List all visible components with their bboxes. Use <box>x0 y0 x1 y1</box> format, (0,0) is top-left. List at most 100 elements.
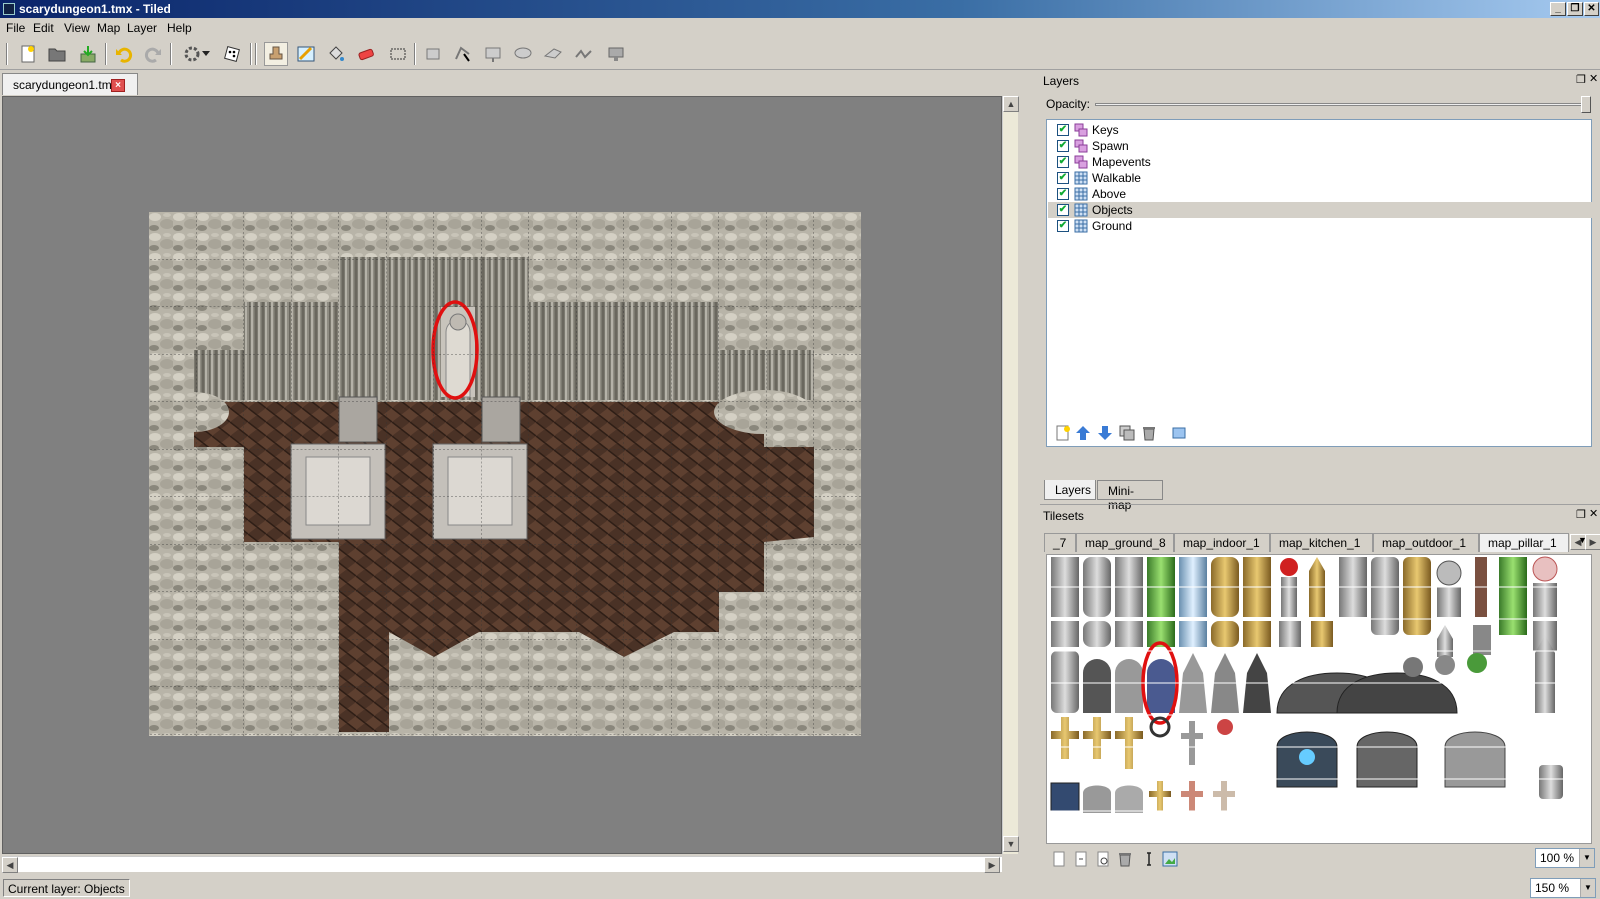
menu-map[interactable]: Map <box>97 21 120 35</box>
menu-help[interactable]: Help <box>167 21 192 35</box>
map-zoom-select[interactable]: 150 % ▼ <box>1530 878 1596 898</box>
select-objects-icon[interactable] <box>421 42 445 66</box>
scroll-up-icon[interactable]: ▲ <box>1003 96 1019 112</box>
layer-visibility-checkbox[interactable]: ✔ <box>1057 124 1069 136</box>
tileset-list-chevron-down-icon[interactable]: ▼ <box>1578 535 1587 545</box>
redo-icon[interactable] <box>141 42 165 66</box>
tilesets-panel-title: Tilesets <box>1043 509 1084 523</box>
menu-file[interactable]: File <box>6 21 25 35</box>
maximize-button[interactable]: ❐ <box>1567 2 1583 16</box>
layer-visibility-checkbox[interactable]: ✔ <box>1057 204 1069 216</box>
dice-icon[interactable] <box>220 42 244 66</box>
edit-polygons-icon[interactable] <box>451 42 475 66</box>
layer-list[interactable]: ✔ Keys ✔ Spawn ✔ Mapevents ✔ Walkable ✔ … <box>1046 119 1592 447</box>
menu-layer[interactable]: Layer <box>127 21 157 35</box>
terrain-brush-icon[interactable] <box>294 42 318 66</box>
scroll-right-icon[interactable]: ▶ <box>984 857 1000 873</box>
layer-visibility-checkbox[interactable]: ✔ <box>1057 188 1069 200</box>
layers-bottom-tabs: Layers Mini-map <box>1044 480 1244 512</box>
tab-scroll-right-icon[interactable]: ▶ <box>1585 534 1600 550</box>
layer-properties-icon[interactable] <box>1171 425 1187 441</box>
document-tabs: scarydungeon1.tmx × <box>0 71 1036 95</box>
layer-visibility-checkbox[interactable]: ✔ <box>1057 140 1069 152</box>
insert-polyline-icon[interactable] <box>572 42 596 66</box>
tile-layer-icon <box>1074 187 1088 201</box>
tileset-tab-7[interactable]: _7 <box>1044 533 1076 552</box>
menu-view[interactable]: View <box>64 21 90 35</box>
close-panel-icon[interactable]: ✕ <box>1589 507 1598 520</box>
remove-tileset-icon[interactable] <box>1117 851 1133 867</box>
chevron-down-icon[interactable]: ▼ <box>1580 879 1595 897</box>
layer-row-ground[interactable]: ✔ Ground <box>1048 218 1592 234</box>
duplicate-layer-icon[interactable] <box>1119 425 1135 441</box>
scroll-left-icon[interactable]: ◀ <box>2 857 18 873</box>
layer-row-mapevents[interactable]: ✔ Mapevents <box>1048 154 1592 170</box>
tile-layer-icon <box>1074 171 1088 185</box>
main-toolbar <box>0 37 1600 70</box>
layer-row-objects[interactable]: ✔ Objects <box>1048 202 1592 218</box>
current-layer-status: Current layer: Objects <box>3 879 130 897</box>
layer-row-spawn[interactable]: ✔ Spawn <box>1048 138 1592 154</box>
layer-visibility-checkbox[interactable]: ✔ <box>1057 172 1069 184</box>
close-window-button[interactable]: ✕ <box>1584 2 1599 16</box>
opacity-label: Opacity: <box>1046 97 1091 111</box>
tileset-tab-map-ground-8[interactable]: map_ground_8 <box>1076 533 1174 552</box>
scroll-down-icon[interactable]: ▼ <box>1003 836 1019 852</box>
tab-layers[interactable]: Layers <box>1044 480 1096 500</box>
float-panel-icon[interactable]: ❐ <box>1576 73 1586 86</box>
add-layer-icon[interactable] <box>1055 425 1071 441</box>
insert-tile-icon[interactable] <box>604 42 628 66</box>
new-tileset-icon[interactable] <box>1051 851 1067 867</box>
tileset-tab-map-kitchen-1[interactable]: map_kitchen_1 <box>1270 533 1373 552</box>
layer-row-above[interactable]: ✔ Above <box>1048 186 1592 202</box>
save-icon[interactable] <box>76 42 100 66</box>
open-folder-icon[interactable] <box>45 42 69 66</box>
import-tileset-icon[interactable] <box>1073 851 1089 867</box>
eraser-icon[interactable] <box>354 42 378 66</box>
opacity-slider-handle[interactable] <box>1581 96 1591 113</box>
tileset-tab-map-outdoor-1[interactable]: map_outdoor_1 <box>1373 533 1479 552</box>
edit-terrain-icon[interactable] <box>1141 851 1157 867</box>
bucket-fill-icon[interactable] <box>324 42 348 66</box>
layer-name: Mapevents <box>1092 155 1151 169</box>
map-horizontal-scrollbar[interactable]: ◀ ▶ <box>2 856 1002 873</box>
tile-map[interactable] <box>149 212 861 736</box>
layer-visibility-checkbox[interactable]: ✔ <box>1057 220 1069 232</box>
tileset-view[interactable] <box>1046 554 1592 844</box>
opacity-slider-track[interactable] <box>1095 103 1591 106</box>
tileset-grid[interactable] <box>1047 555 1592 844</box>
toolbar-separator <box>255 43 257 65</box>
lower-layer-icon[interactable] <box>1097 425 1113 441</box>
import-image-icon[interactable] <box>1162 851 1178 867</box>
menu-edit[interactable]: Edit <box>33 21 54 35</box>
close-tab-icon[interactable]: × <box>111 79 125 92</box>
raise-layer-icon[interactable] <box>1075 425 1091 441</box>
layer-visibility-checkbox[interactable]: ✔ <box>1057 156 1069 168</box>
tileset-tab-map-pillar-1[interactable]: map_pillar_1 <box>1479 533 1569 552</box>
chevron-down-icon[interactable]: ▼ <box>1579 849 1594 867</box>
chevron-down-icon[interactable] <box>200 42 212 66</box>
minimize-button[interactable]: _ <box>1550 2 1566 16</box>
float-panel-icon[interactable]: ❐ <box>1576 508 1586 521</box>
close-panel-icon[interactable]: ✕ <box>1589 72 1598 85</box>
window-title: scarydungeon1.tmx - Tiled <box>19 2 171 16</box>
document-tab[interactable]: scarydungeon1.tmx × <box>2 73 138 95</box>
stamp-brush-icon[interactable] <box>264 42 288 66</box>
tileset-zoom-select[interactable]: 100 % ▼ <box>1535 848 1595 868</box>
insert-ellipse-icon[interactable] <box>511 42 535 66</box>
tab-mini-map[interactable]: Mini-map <box>1097 480 1163 512</box>
undo-icon[interactable] <box>112 42 136 66</box>
tileset-properties-icon[interactable] <box>1095 851 1111 867</box>
toolbar-separator <box>170 43 172 65</box>
map-canvas[interactable] <box>2 96 1002 854</box>
insert-rectangle-icon[interactable] <box>481 42 505 66</box>
rectangle-select-icon[interactable] <box>386 42 410 66</box>
tileset-tab-map-indoor-1[interactable]: map_indoor_1 <box>1174 533 1270 552</box>
map-vertical-scrollbar[interactable]: ▲ ▼ <box>1002 96 1019 854</box>
delete-layer-icon[interactable] <box>1141 425 1157 441</box>
new-file-icon[interactable] <box>16 42 40 66</box>
layer-row-keys[interactable]: ✔ Keys <box>1048 122 1592 138</box>
tileset-tabs: _7 map_ground_8 map_indoor_1 map_kitchen… <box>1044 533 1600 552</box>
insert-polygon-icon[interactable] <box>541 42 565 66</box>
layer-row-walkable[interactable]: ✔ Walkable <box>1048 170 1592 186</box>
